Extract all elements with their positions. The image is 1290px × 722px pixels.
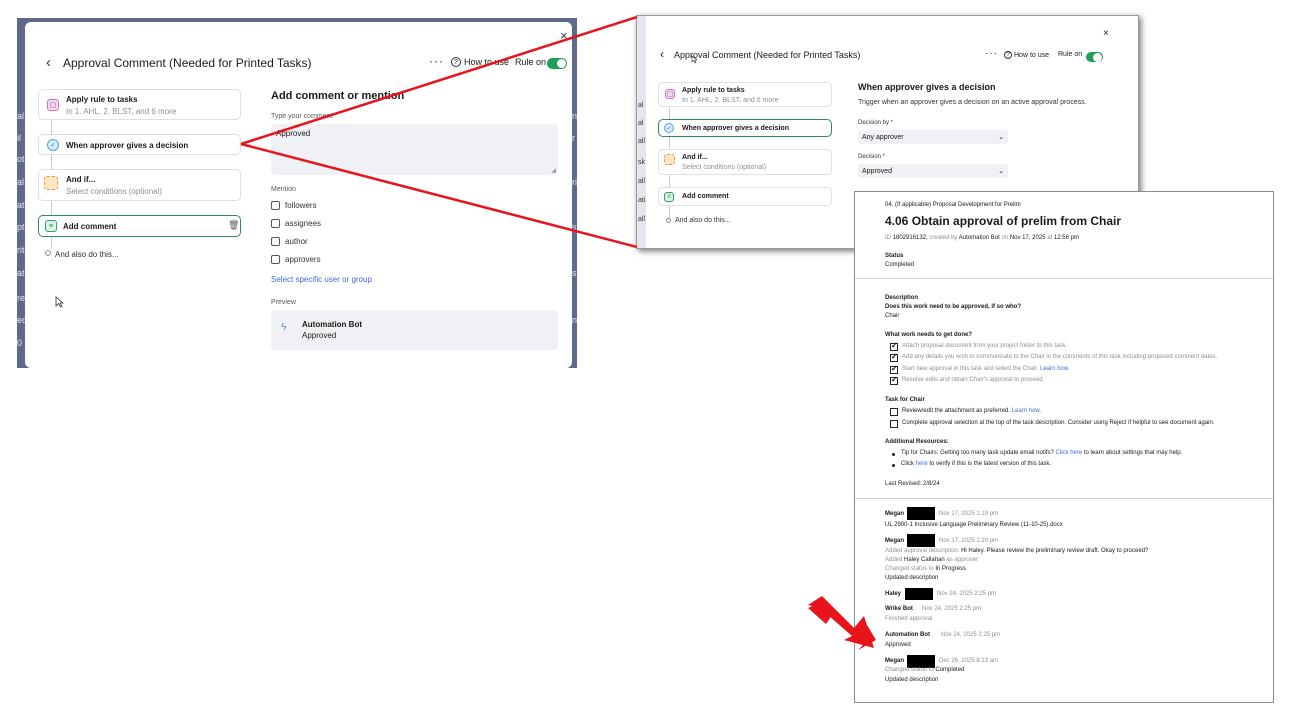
- annotation-overlay: [240, 15, 876, 650]
- red-arrow-icon: [808, 596, 874, 648]
- callout-line-top: [240, 15, 638, 146]
- callout-line-bottom: [240, 142, 638, 249]
